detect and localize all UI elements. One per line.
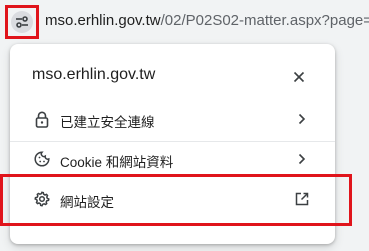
close-icon: [293, 71, 305, 83]
highlight-box: [0, 174, 352, 226]
chevron-right-icon: [294, 110, 310, 128]
url-path: /02/P02S02-matter.aspx?page=: [160, 12, 369, 29]
cookies-item[interactable]: Cookie 和網站資料: [10, 140, 335, 178]
cookies-label: Cookie 和網站資料: [60, 155, 174, 170]
url-text[interactable]: mso.erhlin.gov.tw/02/P02S02-matter.aspx?…: [45, 12, 369, 29]
site-info-button[interactable]: [5, 5, 39, 39]
close-button[interactable]: [288, 66, 310, 88]
cookie-icon: [32, 149, 52, 169]
url-host: mso.erhlin.gov.tw: [45, 12, 161, 29]
popup-title: mso.erhlin.gov.tw: [32, 66, 156, 83]
tune-icon: [11, 11, 33, 33]
secure-connection-label: 已建立安全連線: [60, 115, 155, 130]
chevron-right-icon: [294, 150, 310, 168]
lock-icon: [32, 109, 52, 129]
address-bar: mso.erhlin.gov.tw/02/P02S02-matter.aspx?…: [0, 0, 369, 44]
secure-connection-item[interactable]: 已建立安全連線: [10, 100, 335, 138]
